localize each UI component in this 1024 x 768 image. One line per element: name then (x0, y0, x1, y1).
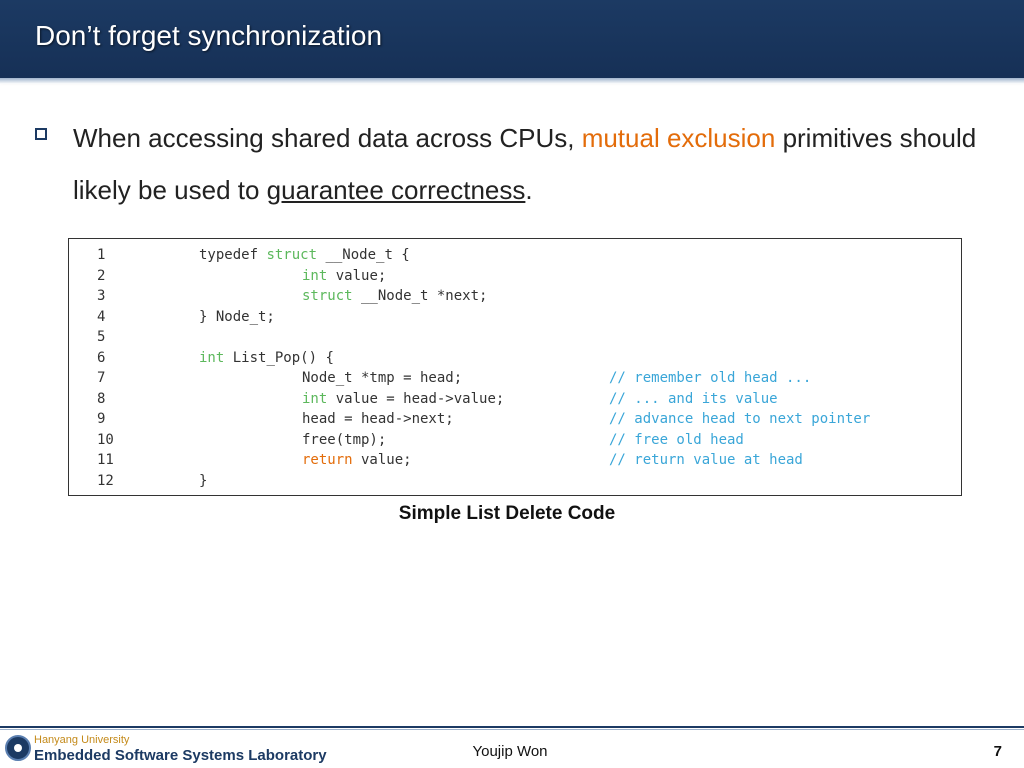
code-line: 10 free(tmp); // free old head (69, 432, 959, 452)
code-comment: // remember old head ... (609, 370, 812, 386)
code-token: Node_t *tmp = head; (302, 370, 463, 386)
title-accent-line (0, 78, 1024, 84)
code-line: 12} (69, 473, 959, 493)
code-text-outer: typedef struct __Node_t { (199, 247, 410, 263)
line-number: 8 (97, 390, 106, 407)
code-keyword: struct (266, 247, 318, 263)
code-text-outer: } (199, 473, 207, 489)
code-keyword: int (302, 267, 328, 284)
code-text-inner: int value; (302, 268, 386, 284)
code-line: 9 head = head->next; // advance head to ne… (69, 411, 959, 431)
code-comment: // ... and its value (609, 390, 778, 407)
author-name: Youjip Won (472, 743, 548, 760)
code-comment: // free old head (609, 431, 744, 448)
line-number: 7 (97, 370, 106, 386)
code-comment: // advance head to next pointer (609, 411, 871, 427)
code-line: 4 } Node_t; (69, 309, 959, 329)
code-token: List_Pop() { (224, 349, 334, 366)
line-number: 12 (97, 472, 114, 489)
line-number: 1 (97, 247, 106, 263)
line-number: 2 (97, 267, 106, 284)
code-text-inner: return value; (302, 452, 412, 468)
footer-divider (0, 726, 1024, 728)
code-line: 2 int value; (69, 268, 959, 288)
code-token: head = head->next; (302, 411, 454, 427)
page-number: 7 (993, 743, 1002, 760)
line-number: 9 (97, 411, 106, 427)
code-token: value; (327, 267, 387, 284)
code-token: value = head->value; (327, 390, 505, 407)
code-token: value; (352, 452, 412, 468)
code-keyword: struct (302, 288, 353, 304)
code-text-outer: } Node_t; (199, 309, 275, 325)
code-line: 8 int value = head->value; // ... and its … (69, 391, 959, 411)
code-text-outer: int List_Pop() { (199, 350, 334, 366)
code-comment: // return value at head (609, 452, 803, 468)
line-number: 5 (97, 329, 106, 345)
line-number: 6 (97, 349, 106, 366)
bullet-highlight: mutual exclusion (581, 123, 776, 153)
line-number: 4 (97, 308, 106, 325)
code-line: 5 (69, 329, 959, 349)
code-line: 7 Node_t *tmp = head; // remember old head… (69, 370, 959, 390)
code-token: free(tmp); (302, 431, 387, 448)
slide-title: Don’t forget synchronization (35, 20, 383, 51)
code-keyword: int (302, 390, 328, 407)
line-number: 3 (97, 288, 106, 304)
bullet-underlined: guarantee correctness (266, 175, 526, 205)
code-token: } (199, 472, 208, 489)
code-text-inner: head = head->next; (302, 411, 454, 427)
line-number: 11 (97, 452, 114, 468)
code-keyword: int (199, 349, 225, 366)
code-text-inner: Node_t *tmp = head; (302, 370, 462, 386)
square-bullet-icon (35, 128, 47, 140)
code-token: typedef (199, 247, 267, 263)
bullet-text-part1: When accessing shared data across CPUs, (73, 123, 582, 153)
code-line: 11 return value; // return value at head (69, 452, 959, 472)
code-line: 3 struct __Node_t *next; (69, 288, 959, 308)
bullet-text-part3: . (525, 175, 533, 205)
bullet-text: When accessing shared data across CPUs, … (73, 112, 1003, 216)
code-token: __Node_t { (317, 247, 410, 263)
footer-divider-light (0, 729, 1024, 730)
code-token: __Node_t *next; (352, 288, 488, 304)
code-text-inner: struct __Node_t *next; (302, 288, 487, 304)
code-text-inner: free(tmp); (302, 432, 386, 448)
title-bar: Don’t forget synchronization (0, 0, 1024, 84)
code-listing: 1 typedef struct __Node_t { 2 int value; 3 st… (68, 238, 962, 496)
code-text-inner: int value = head->value; (302, 391, 504, 407)
code-line: 6 int List_Pop() { (69, 350, 959, 370)
code-keyword: return (302, 452, 353, 468)
code-caption: Simple List Delete Code (398, 503, 616, 524)
code-token: } Node_t; (199, 308, 275, 325)
line-number: 10 (97, 431, 114, 448)
code-line: 1 typedef struct __Node_t { (69, 247, 959, 267)
